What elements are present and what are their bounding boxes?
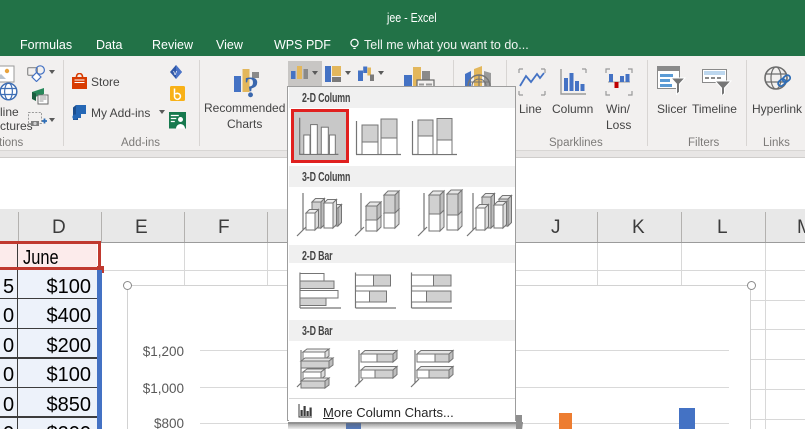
svg-text:?: ? xyxy=(244,71,259,99)
svg-text:v: v xyxy=(173,68,177,77)
